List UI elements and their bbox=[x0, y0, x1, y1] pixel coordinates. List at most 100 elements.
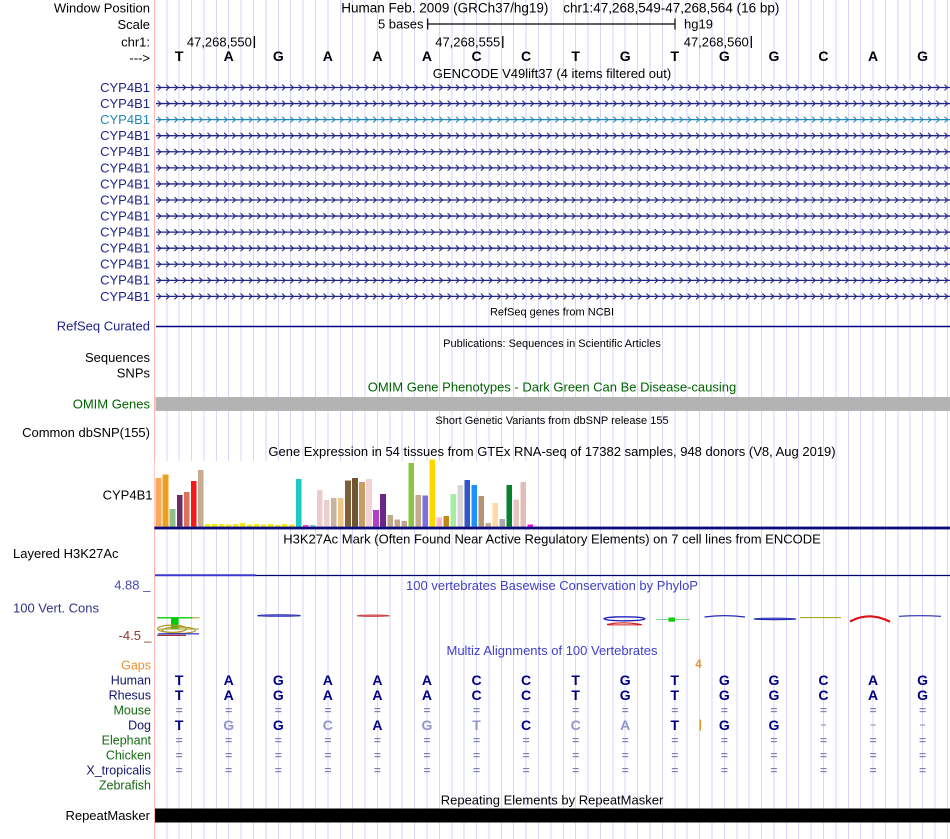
svg-text:G: G bbox=[719, 672, 730, 688]
svg-text:chr1:47,268,549-47,268,564 (16: chr1:47,268,549-47,268,564 (16 bp) bbox=[563, 1, 779, 16]
svg-text:Repeating Elements by RepeatMa: Repeating Elements by RepeatMasker bbox=[441, 793, 664, 808]
svg-text:Mouse: Mouse bbox=[113, 703, 151, 717]
svg-text:A: A bbox=[372, 717, 382, 733]
svg-text:Zebrafish: Zebrafish bbox=[99, 778, 151, 792]
svg-text:RepeatMasker: RepeatMasker bbox=[65, 808, 150, 823]
svg-text:SNPs: SNPs bbox=[117, 365, 151, 380]
svg-text:Window Position: Window Position bbox=[54, 1, 150, 16]
svg-text:47,268,560: 47,268,560 bbox=[684, 35, 749, 50]
svg-text:A: A bbox=[422, 687, 432, 703]
svg-text:T: T bbox=[671, 48, 680, 64]
svg-text:CYP4B1: CYP4B1 bbox=[100, 176, 150, 191]
svg-text:C: C bbox=[571, 717, 581, 733]
svg-text:G: G bbox=[620, 687, 631, 703]
svg-text:C: C bbox=[521, 48, 531, 64]
svg-text:Gaps: Gaps bbox=[121, 658, 151, 672]
svg-text:CYP4B1: CYP4B1 bbox=[103, 488, 153, 503]
svg-text:_: _ bbox=[142, 578, 151, 593]
svg-text:Rhesus: Rhesus bbox=[109, 688, 151, 702]
svg-text:G: G bbox=[620, 48, 631, 64]
svg-text:CYP4B1: CYP4B1 bbox=[100, 273, 150, 288]
svg-text:Publications: Sequences in Sci: Publications: Sequences in Scientific Ar… bbox=[443, 338, 661, 350]
svg-text:4.88: 4.88 bbox=[114, 578, 139, 593]
svg-text:G: G bbox=[768, 672, 779, 688]
svg-text:Common dbSNP(155): Common dbSNP(155) bbox=[22, 425, 150, 440]
svg-text:A: A bbox=[868, 48, 878, 64]
svg-text:47,268,550: 47,268,550 bbox=[187, 35, 252, 50]
svg-text:Gene Expression in 54 tissues: Gene Expression in 54 tissues from GTEx … bbox=[268, 444, 835, 459]
svg-text:G: G bbox=[719, 48, 730, 64]
svg-text:X_tropicalis: X_tropicalis bbox=[86, 763, 151, 777]
svg-text:T: T bbox=[571, 672, 580, 688]
svg-text:CYP4B1: CYP4B1 bbox=[100, 289, 150, 304]
svg-text:T: T bbox=[571, 687, 580, 703]
svg-text:5 bases: 5 bases bbox=[378, 17, 424, 32]
svg-text:Human: Human bbox=[111, 673, 151, 687]
svg-text:T: T bbox=[671, 687, 680, 703]
svg-text:A: A bbox=[868, 687, 878, 703]
svg-text:G: G bbox=[273, 672, 284, 688]
svg-text:A: A bbox=[323, 48, 333, 64]
svg-text:C: C bbox=[818, 48, 828, 64]
svg-text:A: A bbox=[224, 687, 234, 703]
svg-text:T: T bbox=[671, 672, 680, 688]
svg-text:C: C bbox=[521, 672, 531, 688]
svg-text:T: T bbox=[472, 717, 481, 733]
svg-text:CYP4B1: CYP4B1 bbox=[100, 192, 150, 207]
svg-text:GENCODE V49lift37 (4 items fil: GENCODE V49lift37 (4 items filtered out) bbox=[433, 66, 671, 81]
svg-text:G: G bbox=[917, 672, 928, 688]
svg-text:Layered H3K27Ac: Layered H3K27Ac bbox=[13, 546, 119, 561]
svg-text:A: A bbox=[620, 717, 630, 733]
svg-text:A: A bbox=[323, 672, 333, 688]
svg-text:CYP4B1: CYP4B1 bbox=[100, 96, 150, 111]
svg-text:A: A bbox=[372, 48, 382, 64]
svg-text:RefSeq Curated: RefSeq Curated bbox=[57, 319, 150, 334]
svg-text:CYP4B1: CYP4B1 bbox=[100, 208, 150, 223]
svg-text:Multiz Alignments of 100 Verte: Multiz Alignments of 100 Vertebrates bbox=[446, 643, 658, 658]
svg-text:chr1:: chr1: bbox=[121, 35, 150, 50]
svg-text:A: A bbox=[422, 48, 432, 64]
svg-text:Scale: Scale bbox=[117, 17, 150, 32]
svg-text:C: C bbox=[521, 687, 531, 703]
svg-text:Elephant: Elephant bbox=[102, 733, 152, 747]
svg-text:Chicken: Chicken bbox=[106, 748, 151, 762]
svg-text:C: C bbox=[521, 717, 531, 733]
svg-text:100 vertebrates Basewise Conse: 100 vertebrates Basewise Conservation by… bbox=[406, 578, 698, 593]
svg-text:G: G bbox=[422, 717, 433, 733]
svg-text:A: A bbox=[224, 672, 234, 688]
svg-text:G: G bbox=[620, 672, 631, 688]
svg-text:T: T bbox=[175, 672, 184, 688]
svg-text:T: T bbox=[175, 717, 184, 733]
svg-text:_: _ bbox=[143, 628, 152, 643]
svg-text:G: G bbox=[273, 717, 284, 733]
svg-text:Human Feb. 2009 (GRCh37/hg19): Human Feb. 2009 (GRCh37/hg19) bbox=[341, 1, 548, 16]
svg-text:RefSeq genes from NCBI: RefSeq genes from NCBI bbox=[490, 307, 614, 319]
svg-text:A: A bbox=[372, 687, 382, 703]
svg-text:G: G bbox=[719, 687, 730, 703]
svg-text:4: 4 bbox=[695, 659, 702, 671]
svg-text:100 Vert. Cons: 100 Vert. Cons bbox=[13, 600, 99, 615]
svg-text:H3K27Ac Mark (Often Found Near: H3K27Ac Mark (Often Found Near Active Re… bbox=[283, 532, 821, 547]
svg-text:OMIM Genes: OMIM Genes bbox=[73, 396, 151, 411]
svg-text:G: G bbox=[273, 48, 284, 64]
svg-text:--->: ---> bbox=[129, 51, 150, 66]
svg-text:Sequences: Sequences bbox=[85, 350, 151, 365]
svg-text:G: G bbox=[917, 687, 928, 703]
svg-text:A: A bbox=[422, 672, 432, 688]
svg-text:OMIM Gene Phenotypes - Dark Gr: OMIM Gene Phenotypes - Dark Green Can Be… bbox=[368, 380, 737, 395]
svg-text:A: A bbox=[372, 672, 382, 688]
svg-text:47,268,555: 47,268,555 bbox=[435, 35, 500, 50]
svg-text:T: T bbox=[671, 717, 680, 733]
svg-text:T: T bbox=[175, 48, 184, 64]
svg-text:CYP4B1: CYP4B1 bbox=[100, 80, 150, 95]
svg-text:CYP4B1: CYP4B1 bbox=[100, 225, 150, 240]
svg-text:G: G bbox=[223, 717, 234, 733]
svg-text:CYP4B1: CYP4B1 bbox=[100, 128, 150, 143]
svg-text:T: T bbox=[571, 48, 580, 64]
svg-text:C: C bbox=[471, 672, 481, 688]
svg-text:T: T bbox=[175, 687, 184, 703]
svg-text:CYP4B1: CYP4B1 bbox=[100, 112, 150, 127]
svg-text:A: A bbox=[323, 687, 333, 703]
svg-text:G: G bbox=[768, 48, 779, 64]
svg-text:-4.5: -4.5 bbox=[119, 628, 141, 643]
